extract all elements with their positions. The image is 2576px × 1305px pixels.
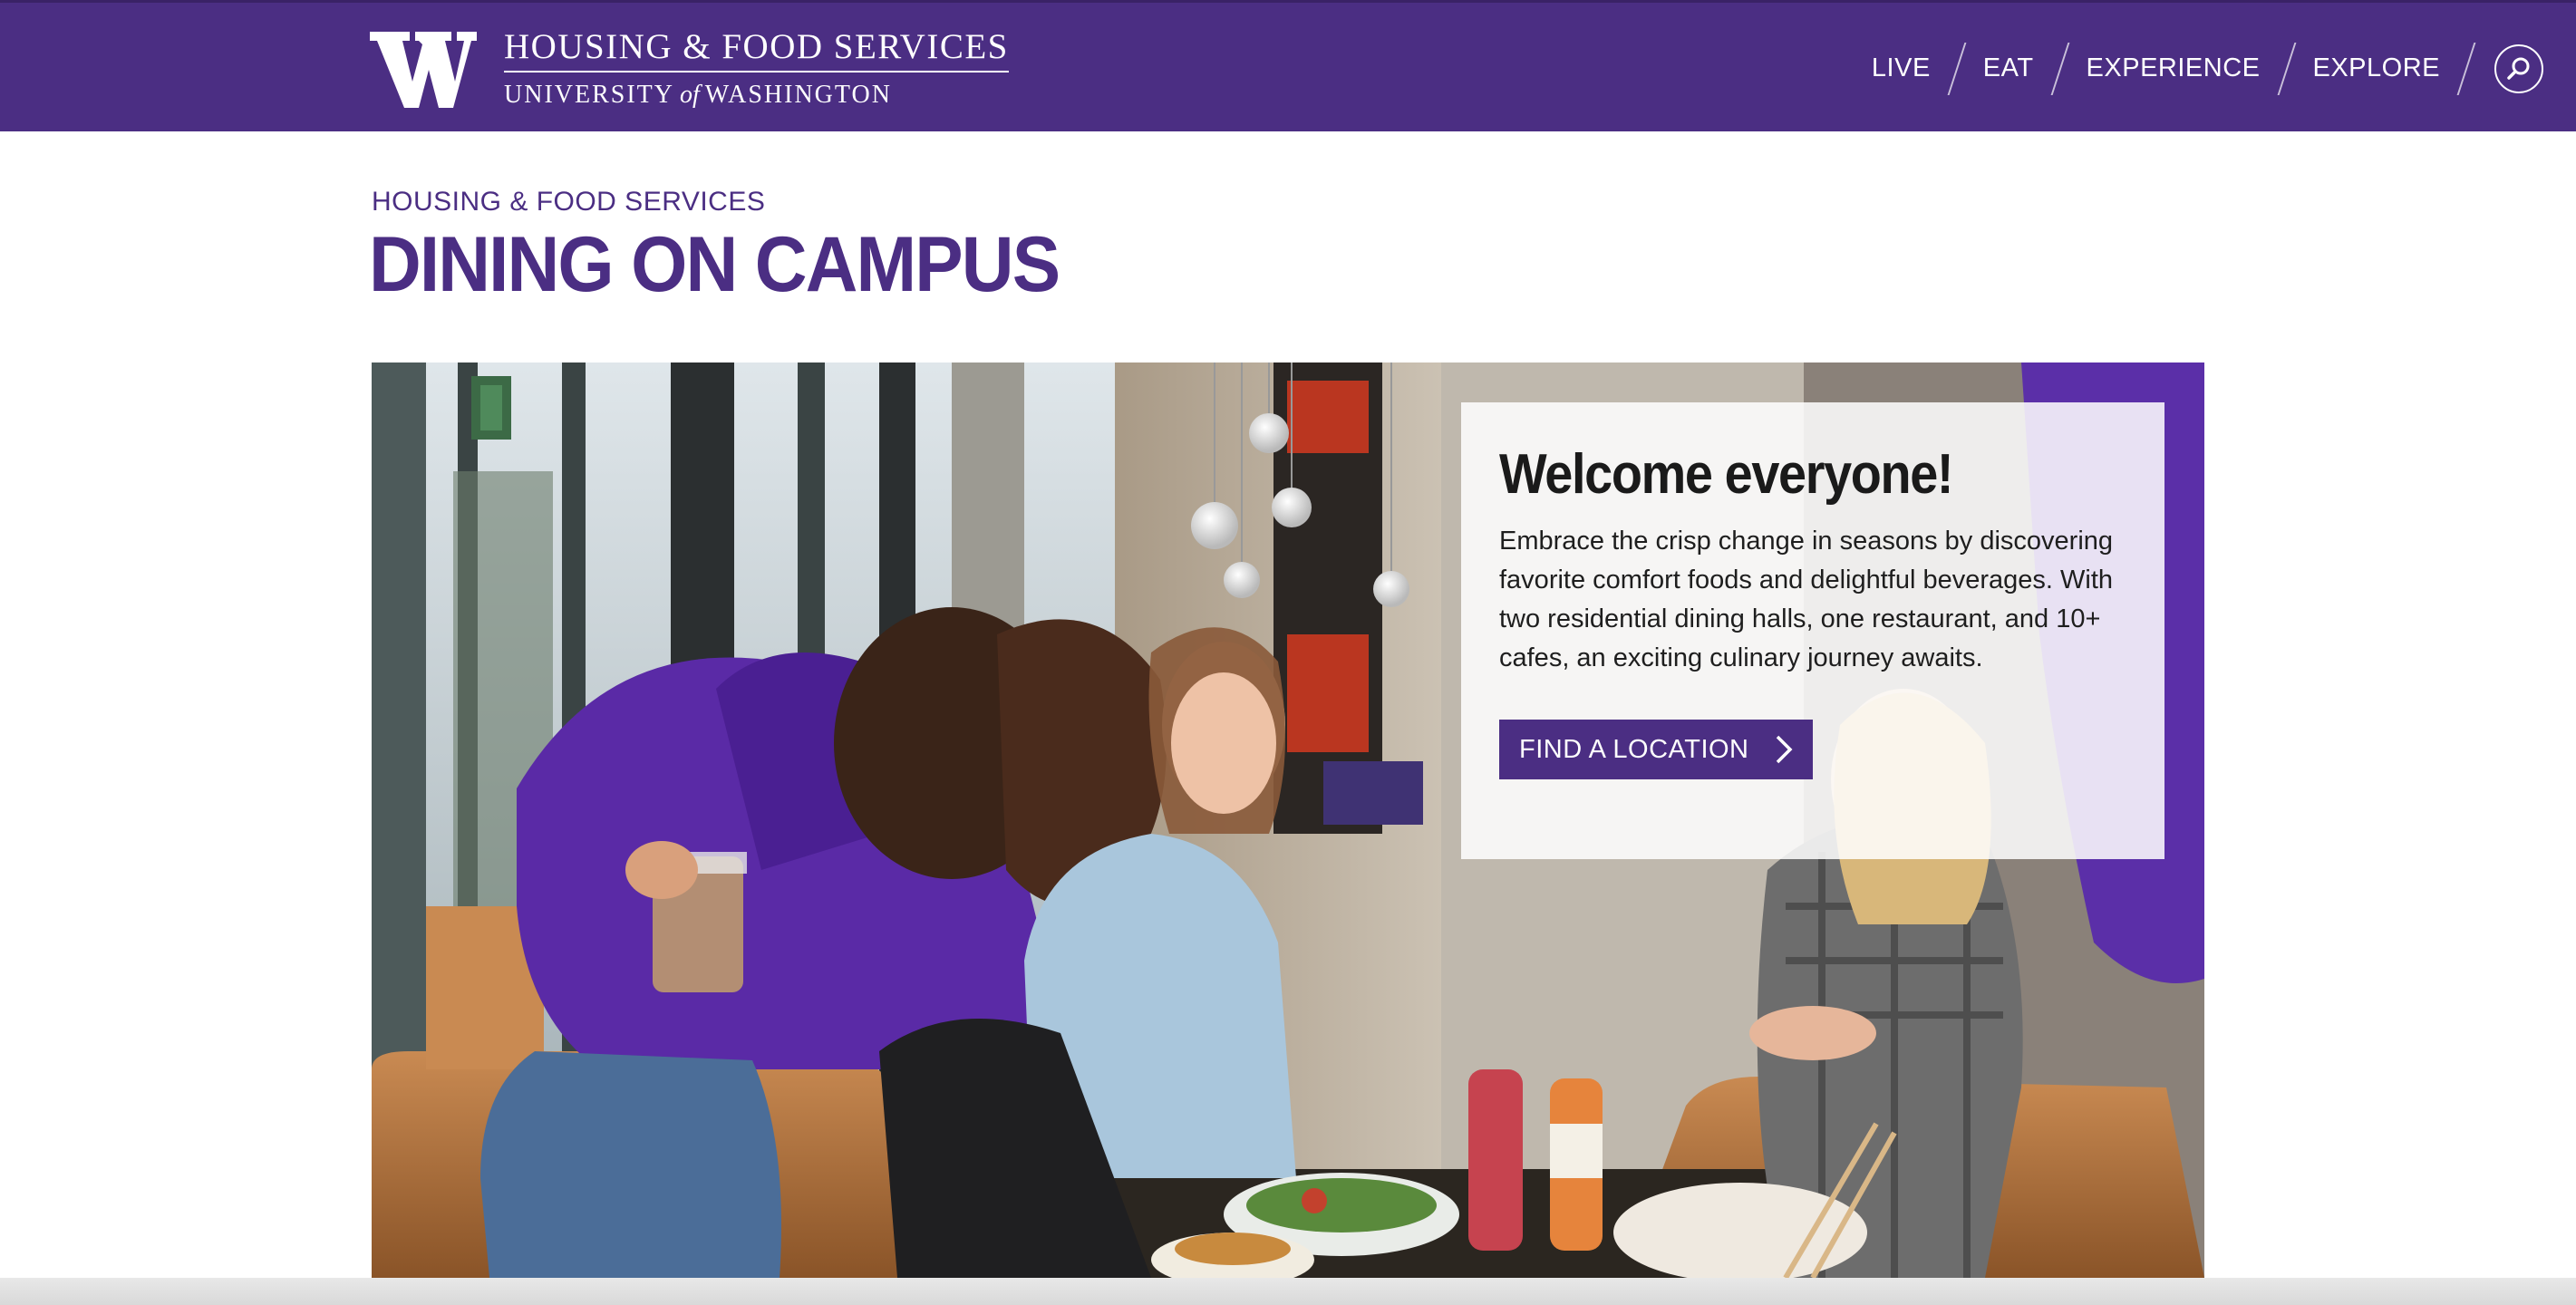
brand-subtitle-of: of: [680, 81, 700, 109]
nav-item-eat[interactable]: EAT: [1958, 53, 2059, 83]
brand-home-link[interactable]: HOUSING & FOOD SERVICES UNIVERSITY of WASH…: [370, 27, 1009, 112]
welcome-card: Welcome everyone! Embrace the crisp chan…: [1461, 402, 2164, 859]
search-icon: [2507, 57, 2530, 80]
nav-item-experience[interactable]: EXPERIENCE: [2061, 53, 2286, 83]
find-a-location-button[interactable]: FIND A LOCATION: [1499, 720, 1813, 779]
welcome-title: Welcome everyone!: [1499, 443, 1954, 506]
site-header: HOUSING & FOOD SERVICES UNIVERSITY of WASH…: [0, 0, 2576, 131]
main-nav: LIVE EAT EXPERIENCE EXPLORE: [1846, 3, 2543, 134]
welcome-description: Embrace the crisp change in seasons by d…: [1499, 527, 2114, 672]
brand-subtitle: UNIVERSITY of WASHINGTON: [504, 72, 1009, 112]
uw-w-logo-icon: [370, 32, 477, 108]
search-button[interactable]: [2494, 44, 2543, 93]
chevron-right-icon: [1776, 735, 1792, 764]
brand-wordmark: HOUSING & FOOD SERVICES UNIVERSITY of WASH…: [504, 27, 1009, 112]
nav-item-live[interactable]: LIVE: [1846, 53, 1956, 83]
brand-subtitle-washington: WASHINGTON: [704, 81, 892, 109]
nav-item-explore[interactable]: EXPLORE: [2288, 53, 2466, 83]
hero-banner: Welcome everyone! Embrace the crisp chan…: [372, 362, 2204, 1278]
brand-subtitle-university: UNIVERSITY: [504, 81, 674, 109]
page-title: DINING ON CAMPUS: [369, 221, 1060, 308]
brand-title: HOUSING & FOOD SERVICES: [504, 27, 1009, 72]
find-a-location-label: FIND A LOCATION: [1519, 734, 1749, 764]
page-bottom-shadow: [0, 1278, 2576, 1305]
page-eyebrow: HOUSING & FOOD SERVICES: [372, 187, 766, 217]
